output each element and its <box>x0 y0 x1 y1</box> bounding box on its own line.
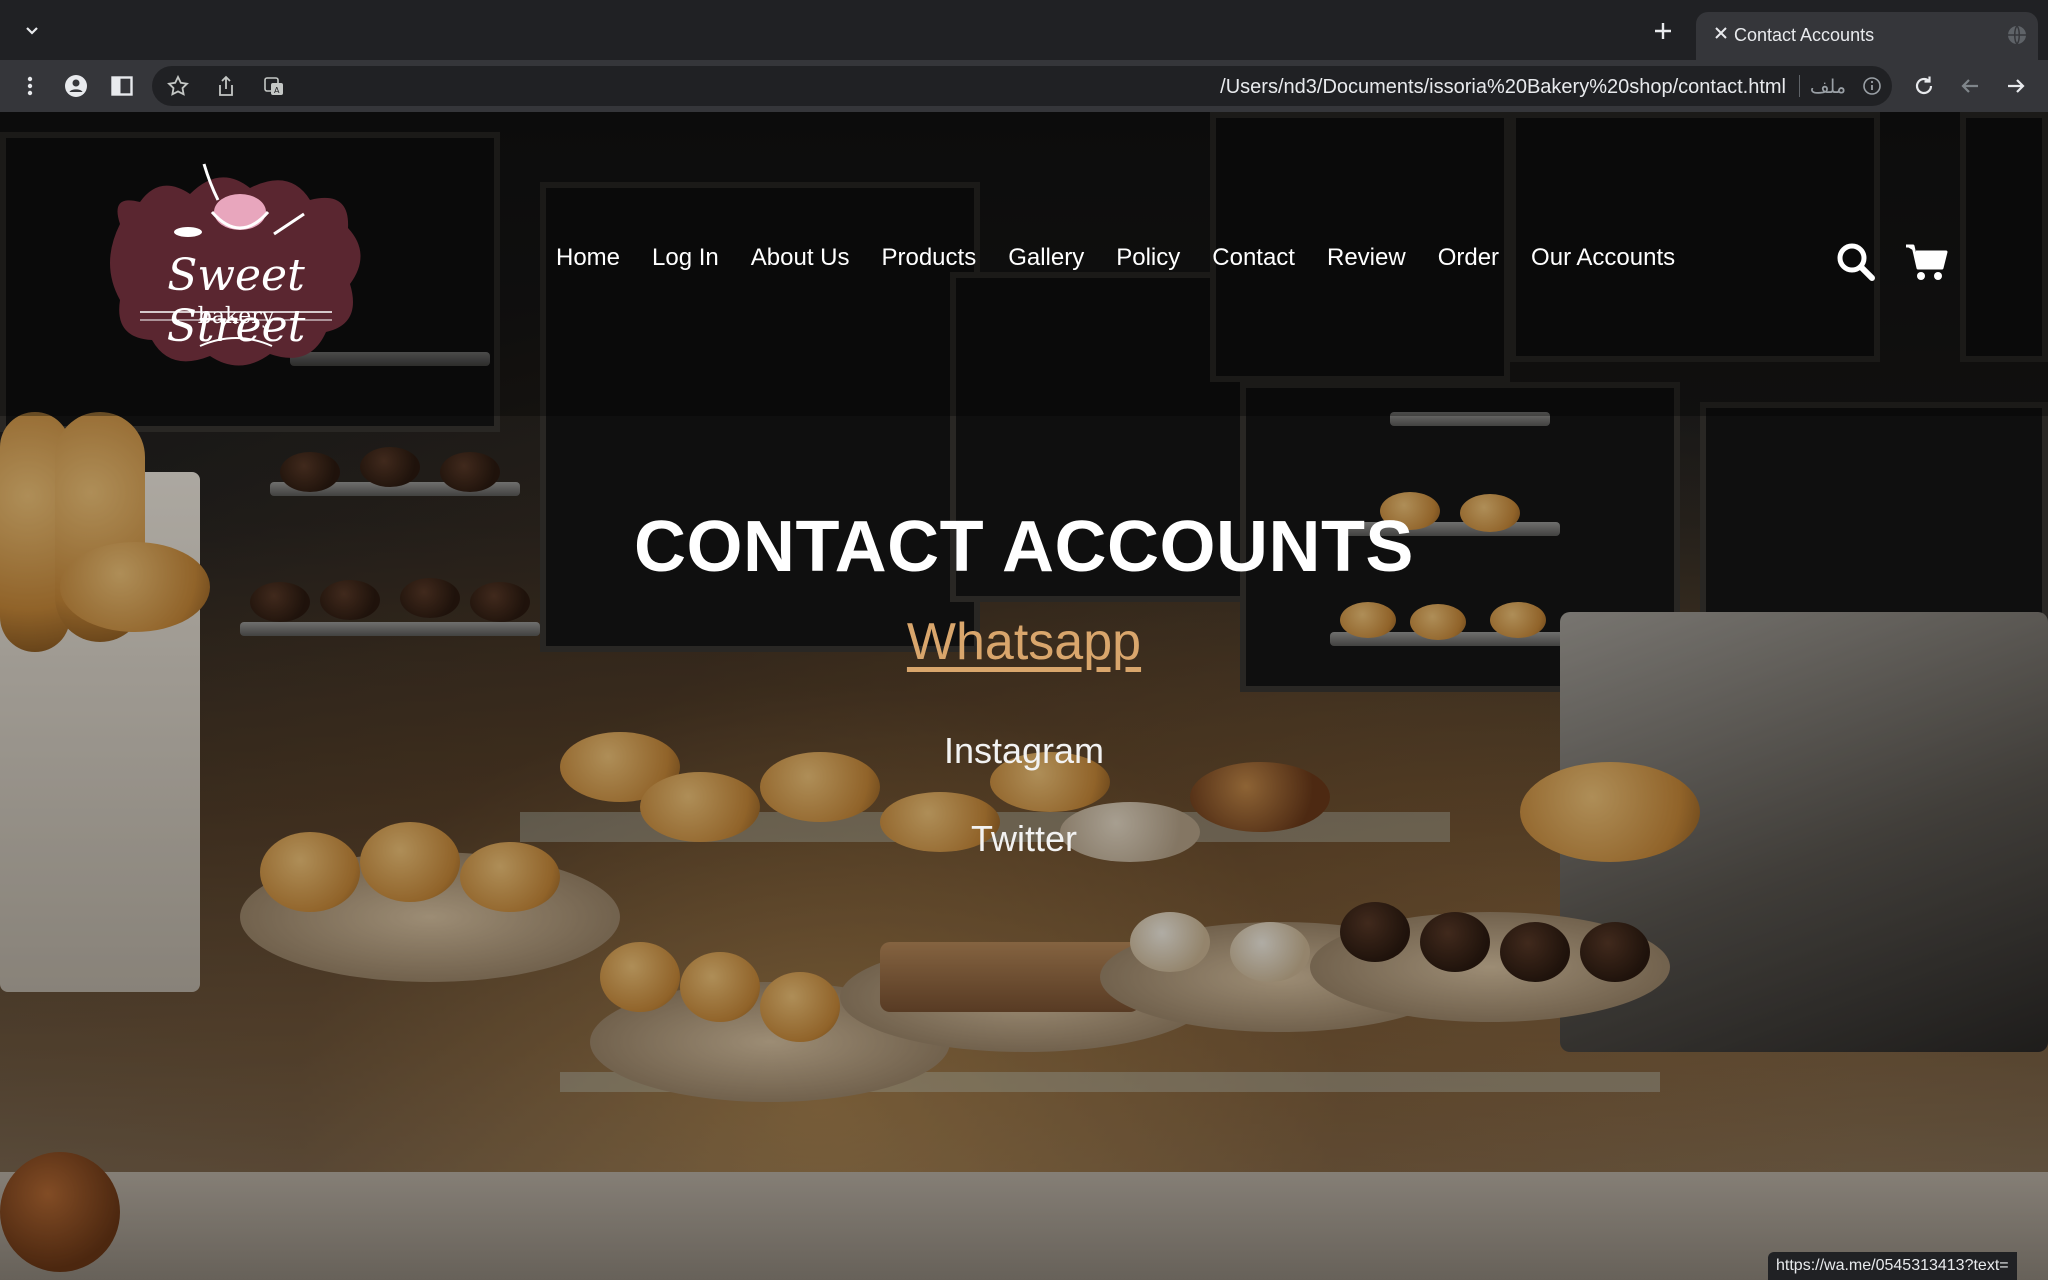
nav-order[interactable]: Order <box>1438 244 1499 272</box>
url-scheme-label: ملف <box>1809 77 1846 98</box>
site-info-icon[interactable] <box>1856 70 1888 102</box>
share-icon[interactable] <box>210 70 242 102</box>
url-text: /Users/nd3/Documents/issoria%20Bakery%20… <box>1220 76 1786 98</box>
nav-gallery[interactable]: Gallery <box>1008 244 1084 272</box>
globe-icon <box>2006 24 2028 46</box>
reload-icon[interactable] <box>1908 70 1940 102</box>
nav-review[interactable]: Review <box>1327 244 1406 272</box>
page-title: CONTACT ACCOUNTS <box>634 507 1414 587</box>
bookmark-star-icon[interactable] <box>162 70 194 102</box>
tab-close-icon[interactable] <box>1710 24 1732 46</box>
active-tab[interactable]: Contact Accounts <box>1696 12 2038 60</box>
twitter-link[interactable]: Twitter <box>0 818 2048 860</box>
nav-our-accounts[interactable]: Our Accounts <box>1531 244 1675 272</box>
nav-products[interactable]: Products <box>881 244 976 272</box>
svg-text:A: A <box>274 86 280 95</box>
whatsapp-link[interactable]: Whatsapp <box>907 613 1141 671</box>
nav-about-us[interactable]: About Us <box>751 244 850 272</box>
forward-arrow-icon[interactable] <box>2000 70 2032 102</box>
menu-kebab-icon[interactable] <box>14 70 46 102</box>
nav-home[interactable]: Home <box>556 244 620 272</box>
url-separator <box>1799 75 1800 97</box>
translate-icon[interactable]: A <box>258 70 290 102</box>
whatsapp-link-row: Whatsapp <box>0 612 2048 672</box>
page-viewport: Sweet Street bakery Home Log In About Us… <box>0 112 2048 1280</box>
search-icon[interactable] <box>1836 242 1876 282</box>
new-tab-plus-icon[interactable] <box>1648 18 1678 48</box>
nav-contact[interactable]: Contact <box>1212 244 1295 272</box>
address-bar[interactable]: A /Users/nd3/Documents/issoria%20Bakery%… <box>152 66 1892 106</box>
browser-tabbar: Contact Accounts <box>0 0 2048 60</box>
cart-icon[interactable] <box>1904 242 1948 282</box>
link-status-bubble: https://wa.me/0545313413?text= <box>1768 1252 2017 1280</box>
instagram-link[interactable]: Instagram <box>0 730 2048 772</box>
tab-title: Contact Accounts <box>1734 25 1875 45</box>
nav-policy[interactable]: Policy <box>1116 244 1180 272</box>
main-nav: Home Log In About Us Products Gallery Po… <box>556 244 1675 272</box>
profile-icon[interactable] <box>60 70 92 102</box>
browser-toolbar: A /Users/nd3/Documents/issoria%20Bakery%… <box>0 60 2048 112</box>
nav-log-in[interactable]: Log In <box>652 244 719 272</box>
logo-text-line1: Sweet Street <box>166 250 306 352</box>
logo-text-line2: bakery <box>197 304 275 329</box>
sweet-street-logo[interactable]: Sweet Street bakery <box>100 154 372 374</box>
tab-search-chevron-icon[interactable] <box>18 20 46 48</box>
side-panel-icon[interactable] <box>106 70 138 102</box>
back-arrow-icon[interactable] <box>1954 70 1986 102</box>
